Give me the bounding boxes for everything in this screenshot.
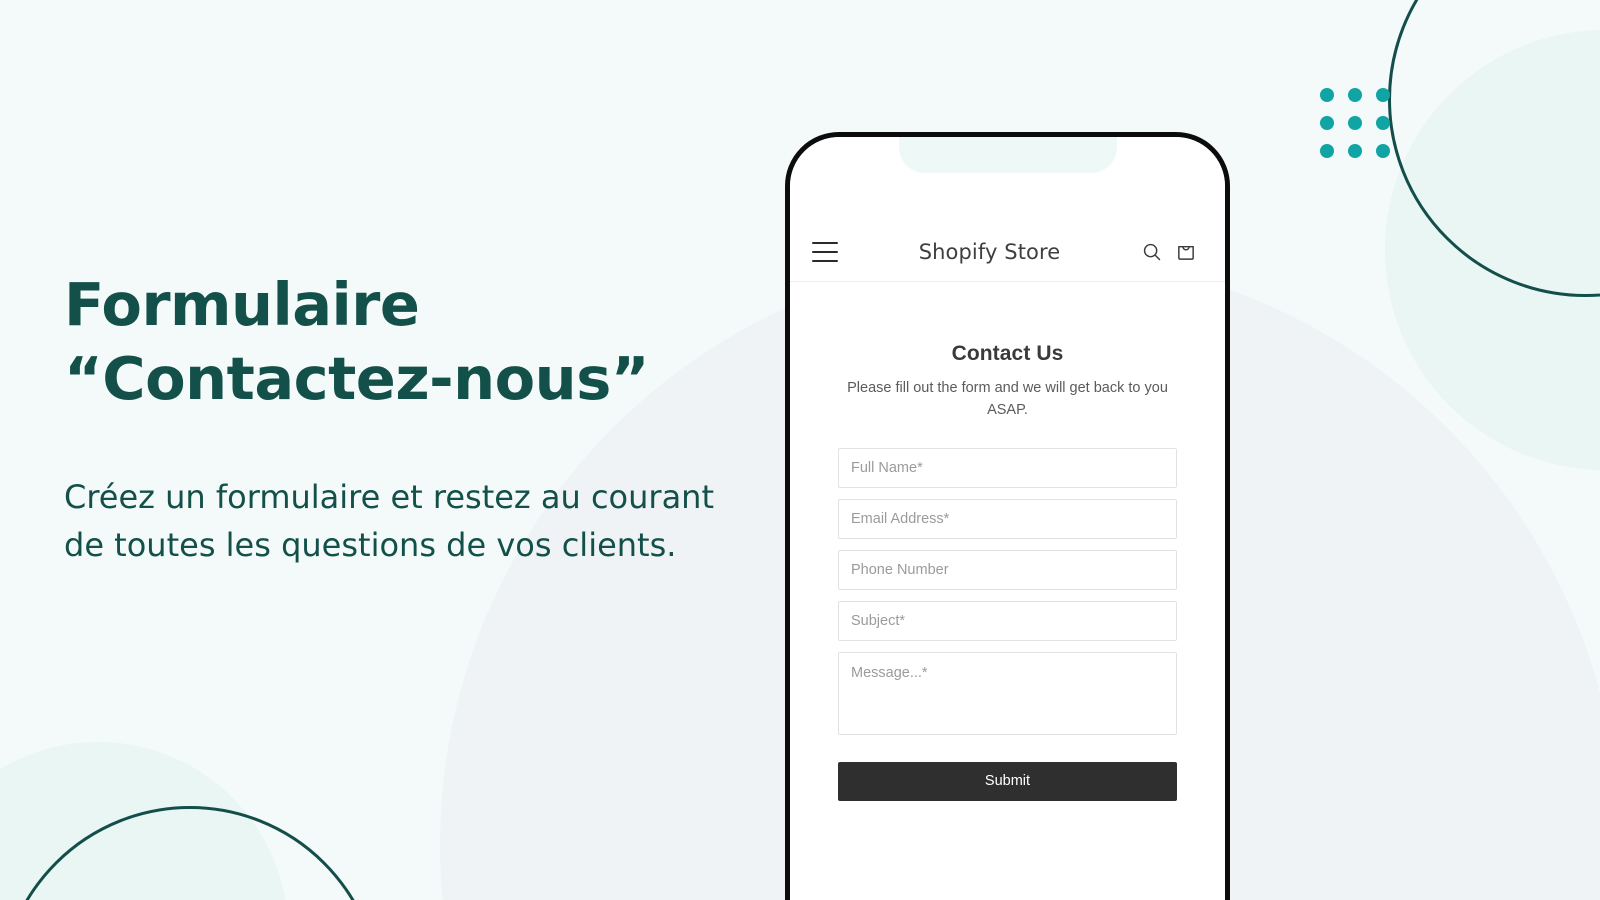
page-subtitle: Créez un formulaire et restez au courant… (64, 477, 714, 565)
full-name-input[interactable] (838, 447, 1177, 488)
background-topright-outline-circle (1388, 0, 1600, 297)
dot-grid-icon (1320, 88, 1390, 158)
dot (1320, 116, 1334, 130)
background-topright-filled-circle (1385, 30, 1600, 470)
shopping-bag-icon[interactable] (1169, 235, 1203, 269)
dot (1376, 116, 1390, 130)
contact-form-title: Contact Us (951, 342, 1064, 365)
store-title: Shopify Store (918, 239, 1061, 264)
phone-screen: Shopify Store Contact Us Please fill out… (790, 137, 1225, 900)
background-bottomleft-filled-circle (0, 742, 288, 900)
dot (1348, 88, 1362, 102)
submit-button[interactable]: Submit (838, 761, 1177, 801)
dot (1320, 144, 1334, 158)
promo-slide: Formulaire “Contactez-nous” Créez un for… (0, 0, 1600, 900)
dot (1376, 144, 1390, 158)
marketing-copy: Formulaire “Contactez-nous” Créez un for… (64, 268, 764, 570)
background-bottomleft-outline-circle (0, 806, 381, 900)
dot (1348, 116, 1362, 130)
phone-mockup: Shopify Store Contact Us Please fill out… (785, 132, 1230, 900)
contact-form: Contact Us Please fill out the form and … (790, 297, 1225, 900)
subject-input[interactable] (838, 600, 1177, 641)
dot (1348, 144, 1362, 158)
message-textarea[interactable] (838, 651, 1177, 735)
contact-form-subtitle: Please fill out the form and we will get… (847, 380, 1168, 418)
email-address-input[interactable] (838, 498, 1177, 539)
hamburger-line (812, 241, 838, 244)
dot (1320, 88, 1334, 102)
dot (1376, 88, 1390, 102)
search-icon[interactable] (1135, 235, 1169, 269)
page-title: Formulaire “Contactez-nous” (64, 270, 650, 414)
hamburger-line (812, 259, 838, 262)
phone-number-input[interactable] (838, 549, 1177, 590)
contact-form-fields (838, 447, 1177, 735)
phone-notch (898, 137, 1117, 173)
hamburger-menu-icon[interactable] (812, 241, 838, 262)
hamburger-line (812, 250, 838, 253)
store-header: Shopify Store (790, 222, 1225, 282)
